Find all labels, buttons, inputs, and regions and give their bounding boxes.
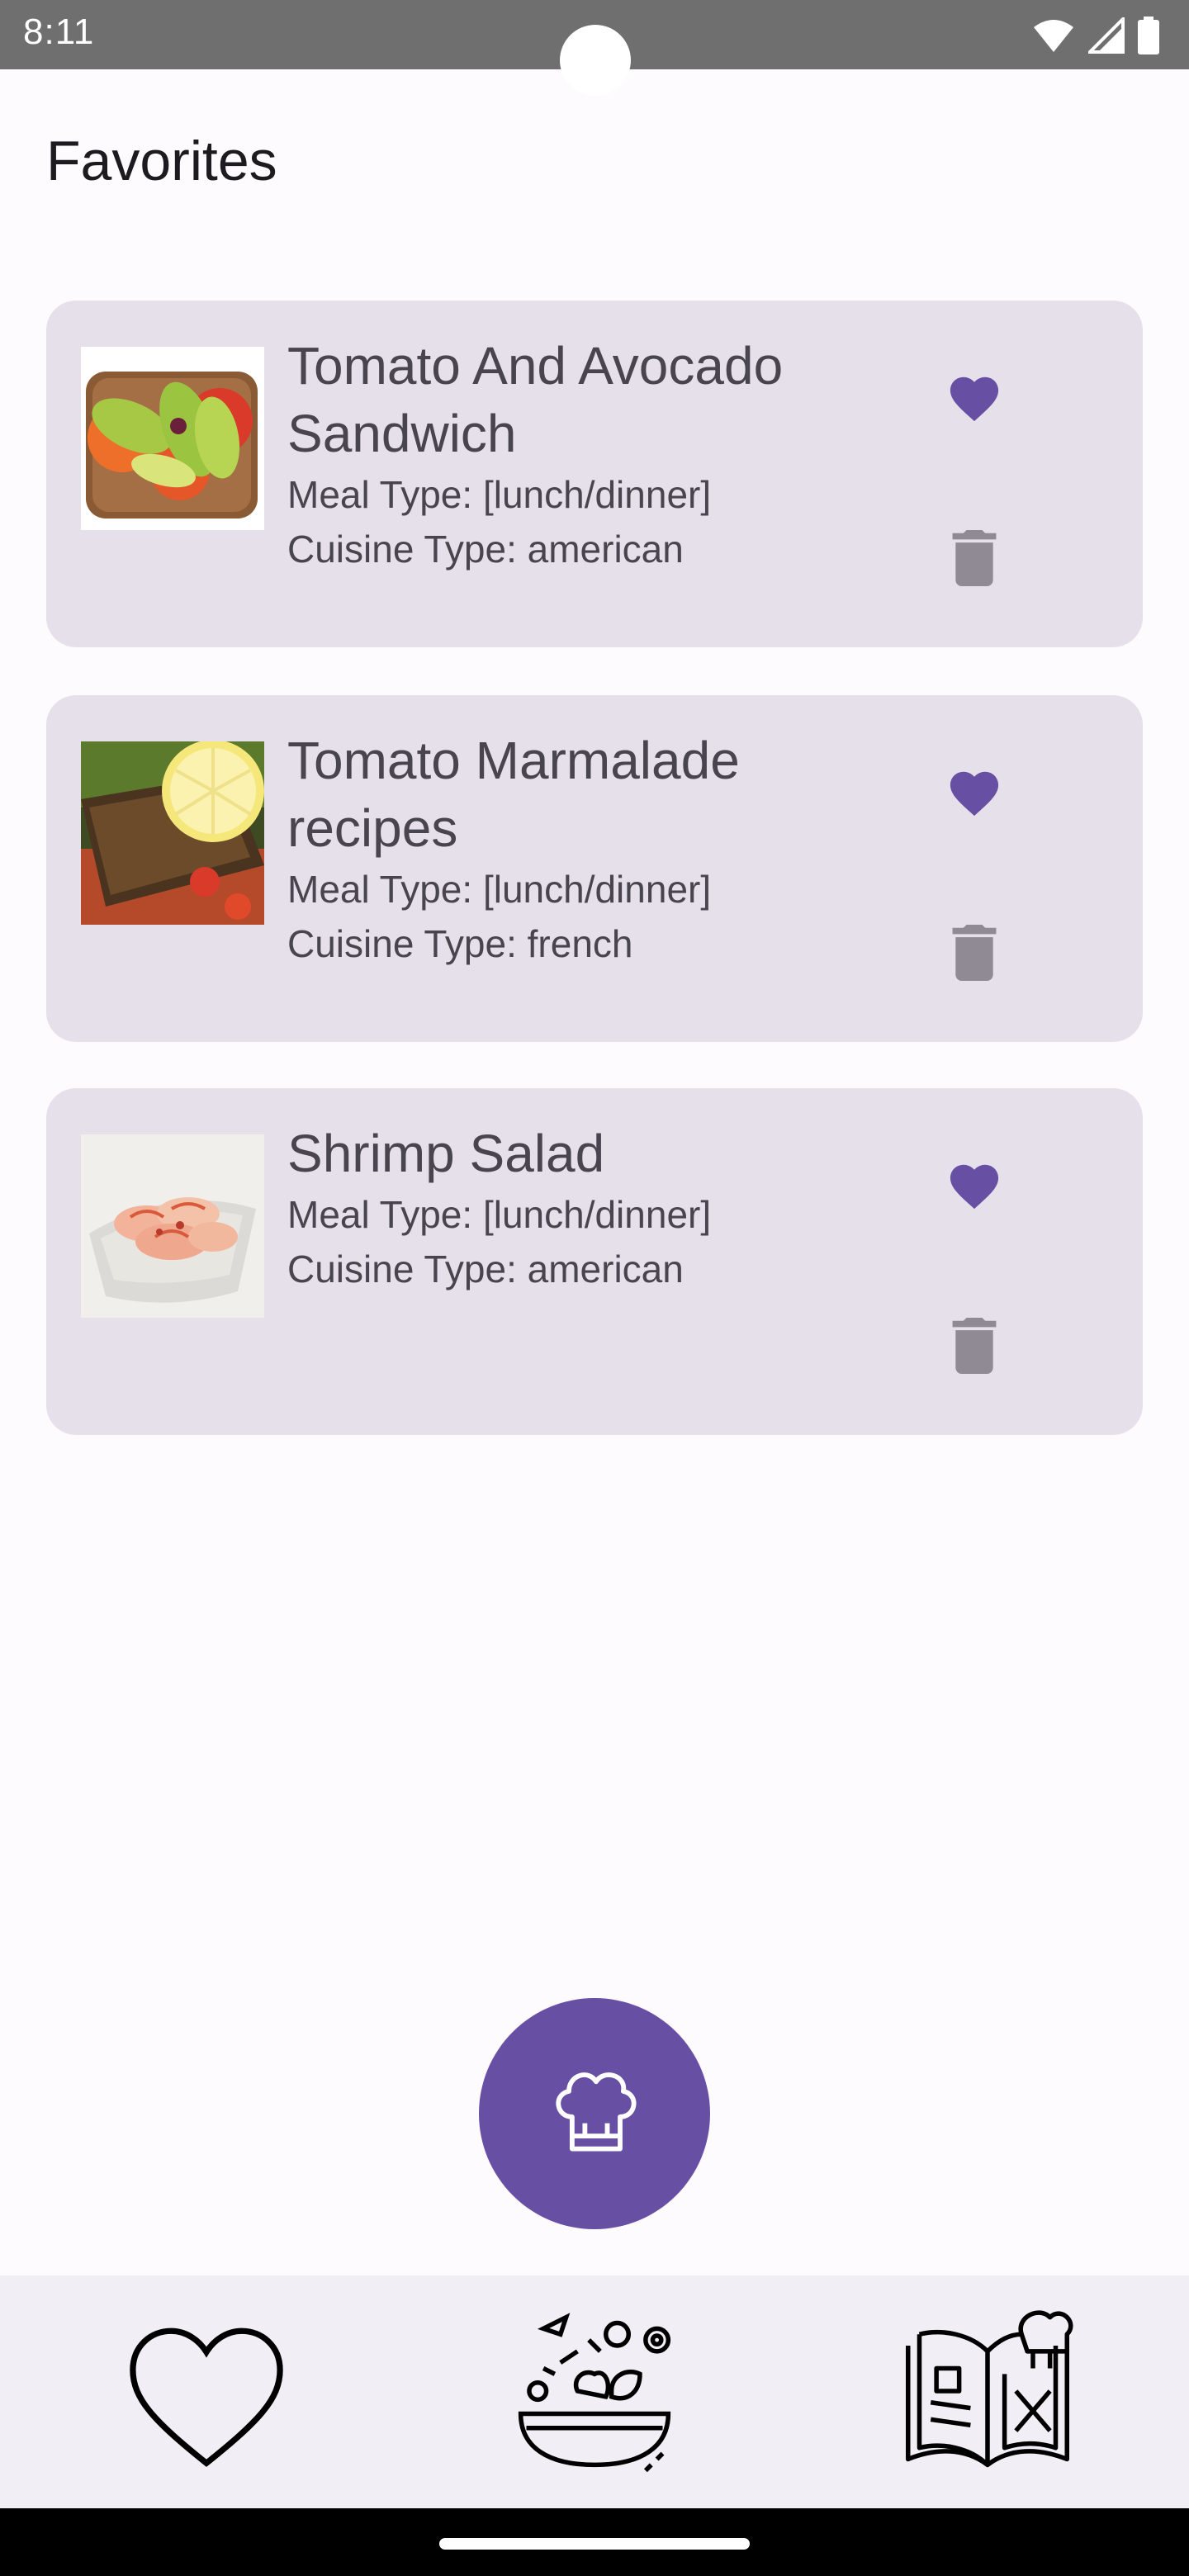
favorite-button[interactable]: [935, 1144, 1014, 1224]
delete-button[interactable]: [935, 913, 1014, 992]
chef-hat-icon: [556, 2072, 637, 2152]
recipe-card[interactable]: Tomato And Avocado Sandwich Meal Type: […: [46, 301, 1143, 647]
heart-filled-icon: [950, 771, 999, 817]
signal-icon: [1088, 17, 1125, 54]
favorite-button[interactable]: [935, 751, 1014, 831]
nav-favorites[interactable]: [107, 2300, 306, 2482]
camera-cutout: [560, 25, 631, 96]
heart-filled-icon: [950, 1164, 999, 1210]
trash-icon: [952, 925, 997, 981]
nav-recipes[interactable]: [888, 2300, 1087, 2482]
recipe-cuisine-type: Cuisine Type: french: [287, 922, 633, 965]
system-navigation-bar: [0, 2508, 1189, 2576]
bottom-navigation: [0, 2275, 1189, 2508]
trash-icon: [952, 530, 997, 586]
recipe-cuisine-type: Cuisine Type: american: [287, 528, 684, 571]
status-icons: [1032, 17, 1159, 54]
recipe-thumbnail: [81, 741, 264, 925]
recipe-book-icon: [906, 2310, 1073, 2468]
favorite-button[interactable]: [935, 357, 1014, 436]
status-bar: 8:11: [0, 0, 1189, 96]
delete-button[interactable]: [935, 1306, 1014, 1385]
home-gesture-pill[interactable]: [439, 2538, 750, 2550]
recipe-title: Shrimp Salad: [287, 1124, 605, 1183]
nav-meals[interactable]: [495, 2300, 694, 2482]
wifi-icon: [1034, 20, 1073, 52]
recipe-card[interactable]: Tomato Marmalade recipes Meal Type: [lun…: [46, 695, 1143, 1042]
fab-chef-button[interactable]: [479, 1998, 710, 2229]
page-title: Favorites: [46, 130, 277, 192]
delete-button[interactable]: [935, 519, 1014, 598]
recipe-title: Tomato Marmalade recipes: [287, 731, 740, 858]
trash-icon: [952, 1318, 997, 1374]
shrimp-salad-photo: [81, 1134, 264, 1318]
heart-filled-icon: [950, 376, 999, 422]
salad-bowl-icon: [518, 2313, 671, 2473]
recipe-meal-type: Meal Type: [lunch/dinner]: [287, 473, 712, 516]
recipe-thumbnail: [81, 1134, 264, 1318]
recipe-meal-type: Meal Type: [lunch/dinner]: [287, 868, 712, 911]
recipe-cuisine-type: Cuisine Type: american: [287, 1248, 684, 1290]
battery-icon: [1138, 17, 1159, 54]
status-time: 8:11: [23, 12, 95, 52]
recipe-title: Tomato And Avocado Sandwich: [287, 336, 784, 463]
recipe-card[interactable]: Shrimp Salad Meal Type: [lunch/dinner] C…: [46, 1088, 1143, 1435]
recipe-thumbnail: [81, 347, 264, 530]
recipe-meal-type: Meal Type: [lunch/dinner]: [287, 1193, 712, 1236]
heart-outline-icon: [130, 2327, 283, 2467]
fish-with-lemon-photo: [81, 741, 264, 925]
avocado-toast-photo: [81, 347, 264, 530]
